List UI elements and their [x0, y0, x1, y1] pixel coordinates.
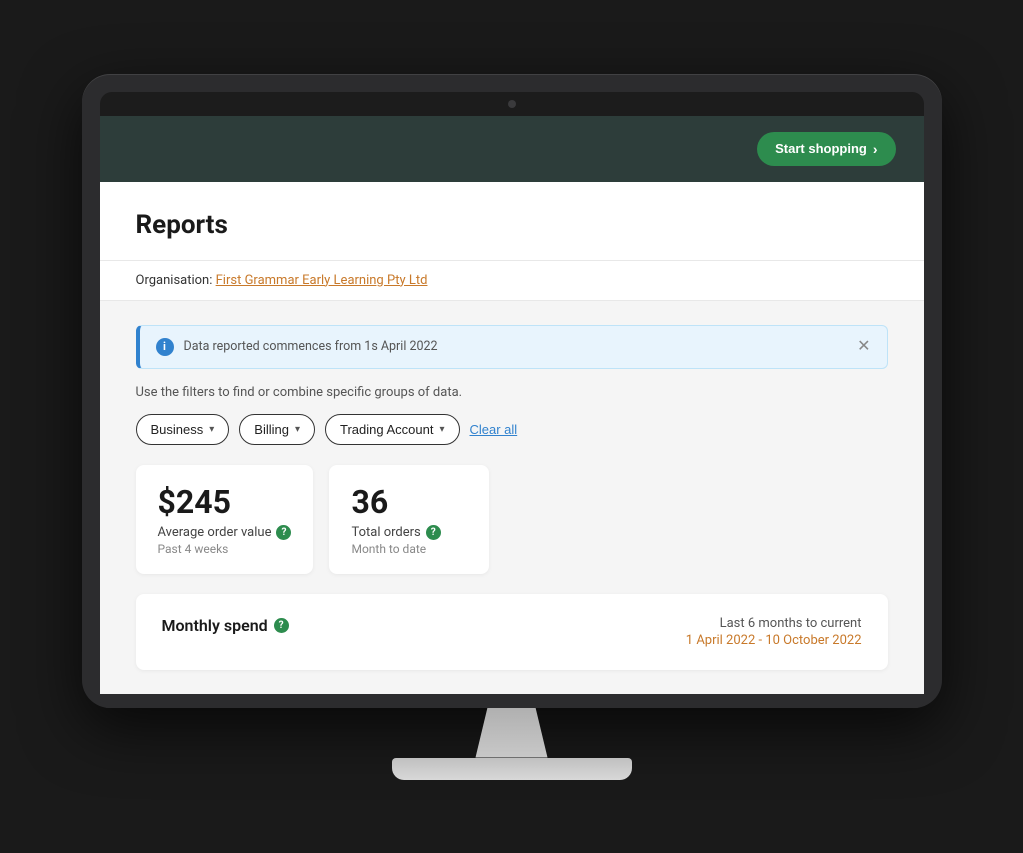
- average-order-label: Average order value ?: [158, 525, 292, 540]
- average-order-sublabel: Past 4 weeks: [158, 542, 292, 556]
- billing-filter-label: Billing: [254, 422, 289, 437]
- screen-content: Start shopping › Reports Organisation: F…: [100, 116, 924, 694]
- monitor-bottom-bezel: [100, 694, 924, 708]
- info-banner-left: i Data reported commences from 1s April …: [156, 338, 438, 356]
- business-filter-label: Business: [151, 422, 204, 437]
- stand-neck: [452, 708, 572, 758]
- monthly-range-label: Last 6 months to current: [686, 616, 862, 631]
- business-chevron-icon: ▾: [209, 424, 214, 435]
- monthly-spend-card: Monthly spend ? Last 6 months to current…: [136, 594, 888, 670]
- camera-dot: [508, 100, 516, 108]
- stats-row: $245 Average order value ? Past 4 weeks …: [136, 465, 888, 574]
- total-orders-card: 36 Total orders ? Month to date: [329, 465, 489, 574]
- page-title: Reports: [136, 210, 888, 240]
- main-content: Reports Organisation: First Grammar Earl…: [100, 182, 924, 694]
- clear-all-button[interactable]: Clear all: [470, 422, 518, 437]
- monthly-card-header: Monthly spend ? Last 6 months to current…: [162, 616, 862, 648]
- monitor: Start shopping › Reports Organisation: F…: [82, 74, 942, 780]
- start-shopping-arrow: ›: [873, 141, 878, 157]
- total-orders-sublabel: Month to date: [351, 542, 467, 556]
- banner-close-button[interactable]: ✕: [857, 339, 870, 355]
- page-header: Reports: [100, 182, 924, 261]
- monthly-spend-range: Last 6 months to current 1 April 2022 - …: [686, 616, 862, 648]
- monthly-spend-title: Monthly spend ?: [162, 616, 289, 635]
- start-shopping-label: Start shopping: [775, 141, 867, 156]
- navbar: Start shopping ›: [100, 116, 924, 182]
- start-shopping-button[interactable]: Start shopping ›: [757, 132, 895, 166]
- total-orders-value: 36: [351, 483, 467, 521]
- org-bar: Organisation: First Grammar Early Learni…: [100, 261, 924, 301]
- trading-account-filter-button[interactable]: Trading Account ▾: [325, 414, 460, 445]
- average-order-value-card: $245 Average order value ? Past 4 weeks: [136, 465, 314, 574]
- filter-hint: Use the filters to find or combine speci…: [136, 385, 888, 400]
- filters-row: Business ▾ Billing ▾ Trading Account ▾: [136, 414, 888, 445]
- total-orders-help-icon[interactable]: ?: [426, 525, 441, 540]
- monitor-stand: [82, 708, 942, 780]
- content-area: i Data reported commences from 1s April …: [100, 301, 924, 694]
- total-orders-label: Total orders ?: [351, 525, 467, 540]
- monthly-range-dates: 1 April 2022 - 10 October 2022: [686, 633, 862, 648]
- billing-filter-button[interactable]: Billing ▾: [239, 414, 315, 445]
- org-name-link[interactable]: First Grammar Early Learning Pty Ltd: [216, 273, 428, 288]
- monthly-spend-help-icon[interactable]: ?: [274, 618, 289, 633]
- average-order-value: $245: [158, 483, 292, 521]
- billing-chevron-icon: ▾: [295, 424, 300, 435]
- trading-chevron-icon: ▾: [439, 424, 444, 435]
- org-label: Organisation:: [136, 273, 213, 288]
- average-order-help-icon[interactable]: ?: [276, 525, 291, 540]
- business-filter-button[interactable]: Business ▾: [136, 414, 230, 445]
- info-banner: i Data reported commences from 1s April …: [136, 325, 888, 369]
- info-banner-text: Data reported commences from 1s April 20…: [184, 339, 438, 354]
- info-icon: i: [156, 338, 174, 356]
- stand-base: [392, 758, 632, 780]
- trading-account-filter-label: Trading Account: [340, 422, 433, 437]
